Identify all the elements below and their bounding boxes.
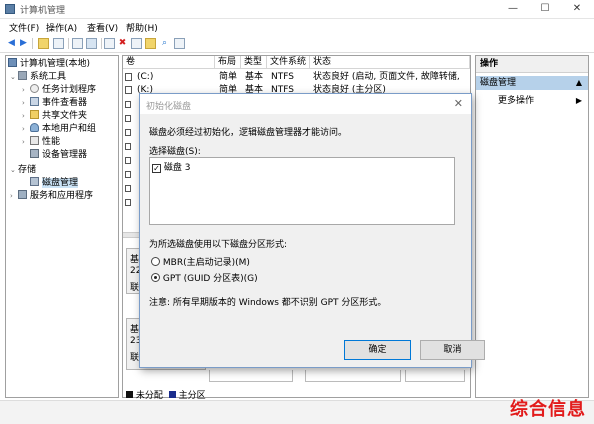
volume-icon bbox=[125, 86, 132, 94]
column-header-volume[interactable]: 卷 bbox=[123, 56, 215, 69]
chevron-right-icon[interactable]: › bbox=[10, 190, 18, 203]
delete-icon[interactable]: ✖ bbox=[117, 38, 128, 49]
tree-item-disk-management[interactable]: 磁盘管理 bbox=[30, 177, 79, 190]
mbr-label: MBR(主启动记录)(M) bbox=[162, 258, 250, 268]
clock-icon bbox=[30, 84, 39, 93]
toolbar: ◀ ▶ ✖ ⌕ bbox=[0, 35, 594, 53]
column-header-layout[interactable]: 布局 bbox=[215, 56, 241, 69]
actions-disk-management[interactable]: 磁盘管理 ▲ bbox=[476, 76, 588, 90]
gpt-compatibility-note: 注意: 所有早期版本的 Windows 都不识别 GPT 分区形式。 bbox=[149, 298, 387, 308]
menu-help[interactable]: 帮助(H) bbox=[126, 21, 158, 34]
disk-3-label: 磁盘 3 bbox=[163, 163, 191, 173]
chevron-right-icon[interactable]: › bbox=[22, 110, 30, 123]
back-arrow-icon[interactable]: ◀ bbox=[6, 38, 17, 49]
tree-item-performance[interactable]: › 性能 bbox=[22, 136, 60, 149]
actions-pane: 操作 磁盘管理 ▲ 更多操作 ▶ bbox=[475, 55, 589, 398]
watermark-text: 综合信息 bbox=[510, 399, 586, 420]
ok-button[interactable]: 确定 bbox=[344, 340, 411, 360]
disk-management-icon bbox=[30, 177, 39, 186]
tree-item-local-users[interactable]: › 本地用户和组 bbox=[22, 123, 96, 136]
performance-icon bbox=[30, 136, 39, 145]
primary-swatch bbox=[168, 391, 176, 398]
collapse-up-icon[interactable]: ▲ bbox=[576, 76, 582, 90]
partition-block[interactable] bbox=[405, 370, 465, 382]
tools-icon bbox=[18, 71, 27, 80]
gpt-option[interactable]: GPT (GUID 分区表)(G) bbox=[151, 271, 258, 284]
tree-item-device-manager[interactable]: 设备管理器 bbox=[30, 149, 87, 162]
cancel-button[interactable]: 取消 bbox=[420, 340, 485, 360]
volume-icon bbox=[125, 73, 132, 81]
status-bar bbox=[0, 400, 594, 424]
computer-management-app-icon bbox=[5, 4, 15, 14]
chevron-right-icon[interactable]: › bbox=[22, 136, 30, 149]
menu-file[interactable]: 文件(F) bbox=[9, 21, 39, 34]
services-icon bbox=[18, 190, 27, 199]
tree-item-event-viewer[interactable]: › 事件查看器 bbox=[22, 97, 87, 110]
window-title: 计算机管理 bbox=[20, 6, 66, 16]
chevron-down-icon[interactable]: ⌄ bbox=[10, 71, 18, 84]
dialog-message: 磁盘必须经过初始化，逻辑磁盘管理器才能访问。 bbox=[149, 128, 348, 138]
initialize-disk-dialog: 初始化磁盘 ✕ 磁盘必须经过初始化，逻辑磁盘管理器才能访问。 选择磁盘(S): … bbox=[139, 93, 485, 368]
menu-action[interactable]: 操作(A) bbox=[46, 21, 77, 34]
properties-icon[interactable] bbox=[72, 38, 83, 49]
column-header-filesystem[interactable]: 文件系统 bbox=[267, 56, 310, 69]
chevron-right-icon[interactable]: › bbox=[22, 123, 30, 136]
show-hide-console-tree-icon[interactable] bbox=[53, 38, 64, 49]
minimize-button[interactable]: — bbox=[498, 0, 528, 18]
disk-properties-icon[interactable] bbox=[131, 38, 142, 49]
users-icon bbox=[30, 123, 39, 132]
select-disk-label: 选择磁盘(S): bbox=[149, 147, 201, 157]
disk-3-checkbox[interactable]: ✓ bbox=[152, 164, 161, 173]
help-icon[interactable] bbox=[86, 38, 97, 49]
partition-block[interactable] bbox=[209, 370, 293, 382]
mbr-radio[interactable] bbox=[151, 257, 160, 266]
forward-arrow-icon[interactable]: ▶ bbox=[18, 38, 29, 49]
dialog-title: 初始化磁盘 bbox=[146, 102, 192, 112]
list-item[interactable]: ✓ 磁盘 3 bbox=[152, 160, 190, 173]
actions-more[interactable]: 更多操作 ▶ bbox=[476, 94, 588, 108]
dialog-close-icon[interactable]: ✕ bbox=[454, 97, 463, 110]
title-bar: 计算机管理 — ☐ ✕ bbox=[0, 0, 594, 19]
computer-icon bbox=[8, 58, 17, 67]
partition-style-label: 为所选磁盘使用以下磁盘分区形式: bbox=[149, 240, 288, 250]
column-header-status[interactable]: 状态 bbox=[310, 56, 470, 69]
event-viewer-icon bbox=[30, 97, 39, 106]
chevron-down-icon[interactable]: ⌄ bbox=[10, 164, 18, 177]
unallocated-swatch bbox=[126, 391, 133, 398]
tree-item-shared-folders[interactable]: › 共享文件夹 bbox=[22, 110, 87, 123]
tree-item-services-apps[interactable]: › 服务和应用程序 bbox=[10, 190, 93, 203]
submenu-arrow-icon: ▶ bbox=[575, 96, 582, 105]
tree-item-storage[interactable]: ⌄ 存储 bbox=[10, 164, 36, 177]
view-icon[interactable] bbox=[174, 38, 185, 49]
mbr-option[interactable]: MBR(主启动记录)(M) bbox=[151, 255, 250, 268]
chevron-right-icon[interactable]: › bbox=[22, 84, 30, 97]
partition-block[interactable] bbox=[305, 370, 401, 382]
column-header-type[interactable]: 类型 bbox=[241, 56, 267, 69]
chevron-right-icon[interactable]: › bbox=[22, 97, 30, 110]
menu-view[interactable]: 查看(V) bbox=[87, 21, 118, 34]
gpt-label: GPT (GUID 分区表)(G) bbox=[162, 274, 258, 284]
open-folder-icon[interactable] bbox=[145, 38, 156, 49]
tree-item-system-tools[interactable]: ⌄ 系统工具 bbox=[10, 71, 66, 84]
console-tree: 计算机管理(本地) ⌄ 系统工具 › 任务计划程序 › 事件查看器 › 共享文件夹 › 本… bbox=[5, 55, 119, 398]
table-row[interactable]: (C:) 简单 基本 NTFS 状态良好 (启动, 页面文件, 故障转储, bbox=[123, 71, 470, 84]
maximize-button[interactable]: ☐ bbox=[530, 0, 560, 18]
hidden-volume-rows bbox=[125, 101, 131, 211]
shared-folder-icon bbox=[30, 110, 39, 119]
dialog-title-bar: 初始化磁盘 ✕ bbox=[140, 94, 471, 114]
connect-icon[interactable] bbox=[104, 38, 115, 49]
tree-item-root[interactable]: 计算机管理(本地) bbox=[8, 58, 90, 71]
menu-bar: 文件(F) 操作(A) 查看(V) 帮助(H) bbox=[0, 19, 594, 34]
search-icon[interactable]: ⌕ bbox=[159, 38, 170, 49]
up-folder-icon[interactable] bbox=[38, 38, 49, 49]
device-manager-icon bbox=[30, 149, 39, 158]
close-button[interactable]: ✕ bbox=[562, 0, 592, 18]
gpt-radio[interactable] bbox=[151, 273, 160, 282]
disk-listbox[interactable]: ✓ 磁盘 3 bbox=[149, 157, 455, 225]
actions-header: 操作 bbox=[476, 56, 588, 73]
tree-item-task-scheduler[interactable]: › 任务计划程序 bbox=[22, 84, 96, 97]
